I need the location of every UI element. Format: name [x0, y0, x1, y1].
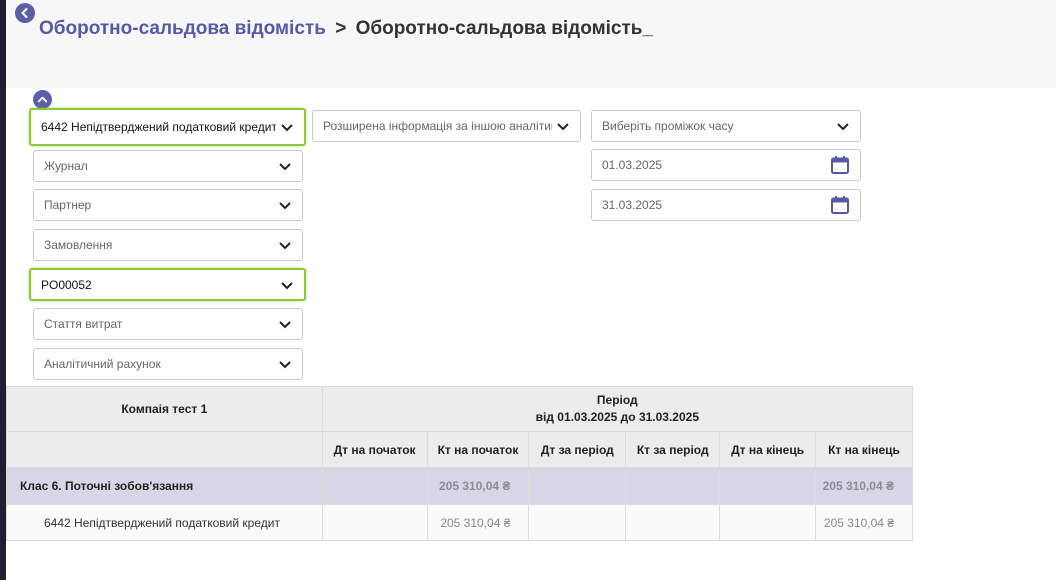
analytic-account-select[interactable]: Аналітичний рахунок — [33, 348, 303, 380]
cell-value: 205 310,04 ₴ — [815, 467, 913, 505]
column-header[interactable]: Кт на кінець — [815, 431, 913, 468]
account-select-value: 6442 Непідтверджений податковий кредит — [41, 120, 276, 134]
calendar-icon[interactable] — [830, 155, 850, 175]
period-select[interactable]: Виберіть проміжок часу — [591, 110, 861, 142]
extended-info-select[interactable]: Розширена інформація за іншою аналітико — [312, 110, 581, 142]
column-header[interactable]: Дт на кінець — [719, 431, 817, 468]
date-from-input[interactable]: 01.03.2025 — [591, 149, 861, 181]
chevron-down-icon — [281, 124, 293, 132]
period-range: від 01.03.2025 до 31.03.2025 — [535, 410, 700, 424]
chevron-down-icon — [279, 202, 291, 210]
partner-select-placeholder: Партнер — [44, 198, 92, 212]
expense-item-select-placeholder: Стаття витрат — [44, 317, 123, 331]
column-header[interactable]: Дт на початок — [321, 431, 428, 468]
cell-value — [321, 467, 428, 505]
cell-value: 205 310,04 ₴ — [426, 467, 530, 505]
breadcrumb: Оборотно-сальдова відомість > Оборотно-с… — [39, 18, 653, 40]
cell-value — [528, 504, 627, 541]
empty-header-cell — [6, 431, 323, 468]
journal-select[interactable]: Журнал — [33, 150, 303, 182]
table-subheader-row: Дт на початок Кт на початок Дт за період… — [6, 431, 913, 468]
calendar-icon[interactable] — [830, 195, 850, 215]
breadcrumb-current: Оборотно-сальдова відомість_ — [355, 18, 654, 39]
chevron-down-icon — [281, 281, 293, 289]
breadcrumb-separator: > — [335, 18, 347, 39]
document-select[interactable]: PO00052 — [29, 268, 306, 301]
period-label: Період — [596, 393, 638, 407]
cell-value — [528, 467, 627, 505]
table-row[interactable]: Клас 6. Поточні зобов'язання 205 310,04 … — [6, 467, 913, 505]
column-header[interactable]: Дт за період — [528, 431, 627, 468]
order-select[interactable]: Замовлення — [33, 229, 303, 261]
journal-select-placeholder: Журнал — [44, 159, 88, 173]
chevron-down-icon — [279, 361, 291, 369]
table-row[interactable]: 6442 Непідтверджений податковий кредит 2… — [6, 504, 913, 541]
date-from-value: 01.03.2025 — [602, 158, 663, 172]
column-header[interactable]: Кт на початок — [426, 431, 530, 468]
company-header: Компаія тест 1 — [6, 386, 323, 432]
row-label: 6442 Непідтверджений податковий кредит — [6, 504, 323, 541]
period-select-placeholder: Виберіть проміжок часу — [602, 119, 734, 133]
cell-value: 205 310,04 ₴ — [815, 504, 913, 541]
extended-info-select-placeholder: Розширена інформація за іншою аналітико — [323, 119, 552, 133]
chevron-down-icon — [557, 123, 569, 131]
page-header: Оборотно-сальдова відомість > Оборотно-с… — [6, 0, 1056, 88]
account-select[interactable]: 6442 Непідтверджений податковий кредит — [29, 108, 306, 146]
cell-value — [321, 504, 428, 541]
chevron-down-icon — [279, 321, 291, 329]
chevron-down-icon — [279, 163, 291, 171]
cell-value — [719, 504, 817, 541]
chevron-down-icon — [837, 123, 849, 131]
report-table: Компаія тест 1 Період від 01.03.2025 до … — [6, 386, 914, 541]
breadcrumb-parent[interactable]: Оборотно-сальдова відомість — [39, 18, 326, 39]
row-label: Клас 6. Поточні зобов'язання — [6, 467, 323, 505]
cell-value — [719, 467, 817, 505]
analytic-account-select-placeholder: Аналітичний рахунок — [44, 357, 161, 371]
document-select-value: PO00052 — [41, 277, 92, 292]
order-select-placeholder: Замовлення — [44, 238, 113, 252]
chevron-down-icon — [279, 242, 291, 250]
back-icon[interactable] — [15, 3, 35, 23]
column-header[interactable]: Кт за період — [625, 431, 721, 468]
table-header-row: Компаія тест 1 Період від 01.03.2025 до … — [6, 386, 914, 432]
expense-item-select[interactable]: Стаття витрат — [33, 308, 303, 340]
date-to-value: 31.03.2025 — [602, 198, 663, 212]
partner-select[interactable]: Партнер — [33, 189, 303, 221]
date-to-input[interactable]: 31.03.2025 — [591, 189, 861, 221]
cell-value — [625, 467, 721, 505]
cell-value: 205 310,04 ₴ — [426, 504, 530, 541]
collapse-filters-icon[interactable] — [33, 90, 52, 109]
period-header: Період від 01.03.2025 до 31.03.2025 — [321, 386, 914, 432]
cell-value — [625, 504, 721, 541]
